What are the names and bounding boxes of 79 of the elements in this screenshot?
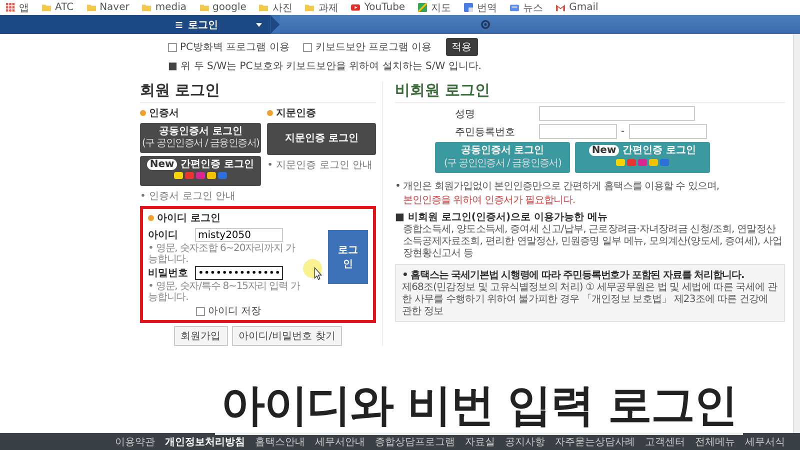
notice-text: 제68조(민감정보 및 고유식별정보의 처리) ① 세무공무원은 법 및 세법에 따른 국세에 관한 사무를 수행하기 위하여 불가피한 경우 「개인정보 보호법」 제23조에 따른 건강에 관한 정보: [402, 282, 778, 318]
footer-link[interactable]: 자주묻는상담사례: [555, 434, 635, 448]
arrow-shape-icon: [270, 15, 280, 34]
news-icon: [510, 3, 520, 12]
checkbox[interactable]: 키보드보안 프로그램 이용: [303, 40, 432, 54]
note-text: ■ 위 두 S/W는 PC보호와 키보드보안을 위하여 설치하는 S/W 입니다.: [168, 60, 482, 73]
link-button[interactable]: 회원가입: [174, 326, 228, 346]
id-input-field[interactable]: misty2050: [195, 228, 283, 242]
folder-icon: [259, 3, 268, 12]
easy-login-button[interactable]: New 간편인증 로그인: [140, 156, 262, 186]
notice-heading: • 홈택스는 국세기본법 시행령에 따라 주민등록번호가 포함된 자료를 처리합니다.: [402, 269, 746, 282]
field-label: 성명: [455, 108, 476, 120]
folder-icon: [305, 3, 314, 12]
menu-heading: ■ 비회원 로그인(인증서)으로 이용가능한 메뉴: [395, 211, 609, 224]
bookmark[interactable]: google: [200, 2, 246, 13]
bookmark[interactable]: 번역: [464, 0, 498, 14]
gmail-icon: [556, 3, 566, 12]
apps-icon: [6, 3, 15, 12]
bookmark[interactable]: 과제: [305, 0, 338, 14]
scrollbar[interactable]: [793, 34, 800, 433]
bookmark[interactable]: 지도: [418, 0, 452, 14]
folder-icon: [142, 3, 152, 12]
rrn-input-field[interactable]: [628, 124, 707, 139]
footer-link[interactable]: 개인정보처리방침: [165, 434, 245, 448]
member-login-title: 회원 로그인: [140, 81, 376, 103]
footer-link[interactable]: 공지사항: [505, 434, 545, 448]
section-label: 지문인증: [267, 106, 376, 120]
bookmark[interactable]: media: [142, 2, 187, 13]
mouse-pointer-icon: [303, 259, 325, 281]
bookmark[interactable]: Naver: [86, 2, 130, 13]
rrn-input-field[interactable]: [539, 124, 617, 139]
footer-link[interactable]: 홈택스안내: [255, 434, 305, 448]
guest-login-title: 비회원 로그인: [395, 81, 785, 103]
caret-icon: [256, 22, 262, 26]
footer-link[interactable]: 세무서안내: [315, 434, 365, 448]
folder-icon: [200, 3, 209, 12]
field-label: 아이디: [148, 229, 179, 242]
login-button[interactable]: 로그인: [328, 230, 368, 284]
footer-link[interactable]: 세무서식: [745, 434, 785, 448]
password-input-field[interactable]: ••••••••••••••: [195, 266, 283, 280]
fingerprint-login-button[interactable]: 지문인증 로그인: [267, 123, 376, 155]
footer-link[interactable]: 자료실: [465, 434, 495, 448]
footer-link[interactable]: 전체메뉴: [695, 434, 735, 448]
menu-list-text: 종합소득세, 양도소득세, 증여세 신고/납부, 근로장려금·자녀장려금 신청/조회, 연말정산 소득공제자료조회, 편리한 연말정산, 민원증명 일부 메뉴, 모의계산(양도세, 증여세), 사업장현황신고서 등: [402, 224, 784, 260]
bookmark[interactable]: ATC: [42, 2, 74, 13]
hint-text: • 영문, 숫자/특수 8~15자리 입력 가능합니다.: [148, 281, 302, 303]
field-label: 비밀번호: [148, 267, 189, 280]
hint-text: • 영문, 숫자조합 6~20자리까지 가능합니다.: [148, 243, 296, 265]
bookmark[interactable]: 사진: [259, 0, 292, 14]
folder-icon: [86, 3, 96, 12]
bookmark[interactable]: 뉴스: [510, 0, 544, 14]
easy-login-button[interactable]: New 간편인증 로그인: [575, 142, 710, 173]
guide-link[interactable]: • 인증서 로그인 안내: [140, 189, 262, 203]
section-label: 인증서: [140, 106, 262, 120]
map-icon: [418, 3, 428, 12]
name-input-field[interactable]: [539, 106, 695, 121]
translate-icon: [464, 3, 474, 12]
warning-text: 본인인증을 위하여 인증서가 필요합니다.: [402, 194, 576, 207]
menu-icon: [175, 20, 183, 28]
info-text: • 개인은 회원가입없이 본인인증만으로 간편하게 홈택스를 이용할 수 있으며,: [395, 180, 720, 193]
nav-title: 로그인: [188, 18, 218, 32]
footer-link[interactable]: 종합상담프로그램: [375, 434, 455, 448]
section-label: 아이디 로그인: [148, 211, 368, 225]
link-button[interactable]: 아이디/비밀번호 찾기: [232, 326, 342, 346]
save-id-checkbox[interactable]: 아이디 저장: [196, 304, 302, 318]
field-label: 주민등록번호: [455, 126, 516, 138]
certificate-login-button[interactable]: 공동인증서 로그인 (구 공인인증서 / 금융인증서): [140, 123, 262, 153]
separator-text: -: [621, 126, 625, 137]
bookmark[interactable]: YouTube: [351, 2, 406, 13]
circle-icon[interactable]: [480, 20, 490, 29]
footer-link[interactable]: 이용약관: [115, 434, 155, 448]
youtube-icon: [351, 3, 360, 12]
apply-button[interactable]: 적용: [446, 38, 478, 56]
bookmark[interactable]: Gmail: [556, 2, 598, 13]
guide-link[interactable]: • 지문인증 로그인 안내: [267, 158, 376, 172]
checkbox[interactable]: PC방화벽 프로그램 이용: [168, 40, 290, 54]
folder-icon: [42, 3, 51, 12]
bookmark[interactable]: 앱: [6, 0, 29, 14]
footer-link[interactable]: 고객센터: [645, 434, 685, 448]
